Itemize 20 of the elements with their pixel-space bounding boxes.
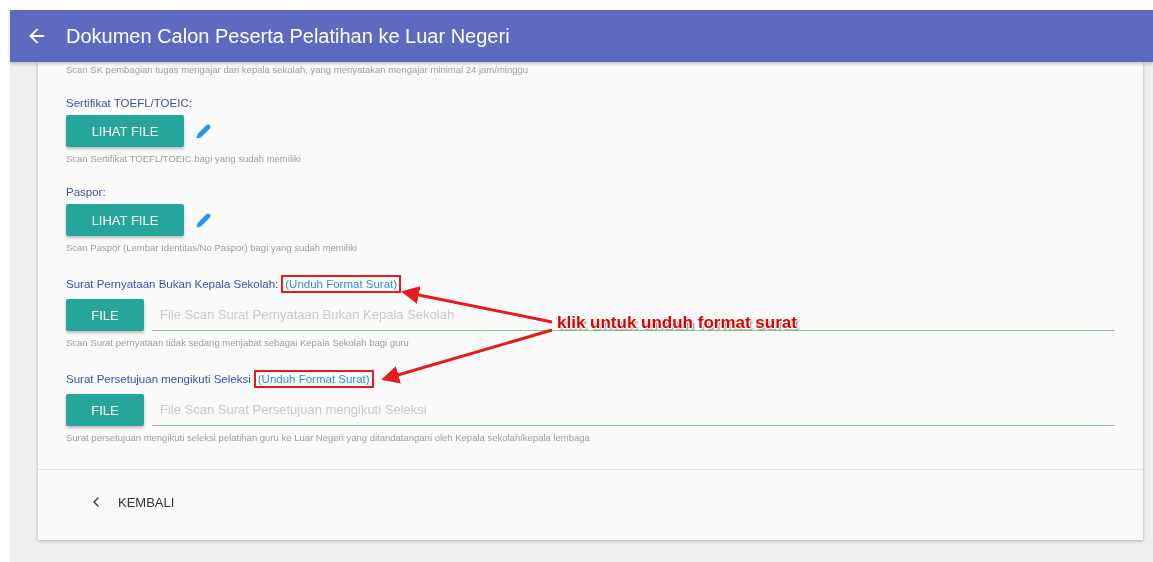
hint-text: Scan Sertifikat TOEFL/TOEIC bagi yang sudah memiliki (66, 153, 302, 164)
document-label: Surat Persetujuan mengikuti Seleksi (66, 373, 251, 385)
hint-text: Surat persetujuan mengikuti seleksi pelatihan guru ke Luar Negeri yang ditandatangani oleh Kepala sekolah/kepala lembaga (66, 432, 591, 443)
hint-text: Scan Surat pernyataan tidak sedang menjabat sebagai Kepala Sekolah bagi guru (66, 337, 410, 348)
hint-text: Scan SK pembagian tugas mengajar dari kepala sekolah, yang menyatakan mengajar minimal 24 jam/minggu (66, 64, 530, 75)
file-button[interactable]: FILE (66, 394, 144, 426)
view-file-button[interactable]: LIHAT FILE (66, 204, 184, 236)
hint-text: Scan Paspor (Lembar Identitas/No Paspor) bagi yang sudah memiliki (66, 242, 358, 253)
back-button[interactable]: KEMBALI (84, 490, 179, 514)
edit-icon[interactable] (196, 212, 211, 228)
document-label: Surat Pernyataan Bukan Kepala Sekolah: (66, 278, 279, 290)
download-format-link[interactable]: (Unduh Format Surat) (253, 370, 374, 388)
file-button[interactable]: FILE (66, 299, 144, 331)
view-file-button[interactable]: LIHAT FILE (66, 115, 184, 147)
annotation-text: klik untuk unduh format surat (557, 313, 797, 333)
download-format-link[interactable]: (Unduh Format Surat) (281, 275, 402, 293)
page-title: Dokumen Calon Peserta Pelatihan ke Luar Negeri (66, 24, 510, 48)
edit-icon[interactable] (196, 123, 211, 139)
document-label: Sertifikat TOEFL/TOEIC: (66, 97, 193, 109)
document-label: Paspor: (66, 186, 107, 198)
